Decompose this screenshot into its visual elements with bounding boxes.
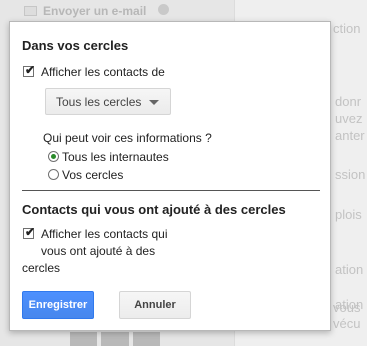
globe-icon [158, 4, 169, 15]
radio-everyone[interactable] [48, 151, 59, 162]
section-divider [22, 190, 320, 191]
background-text: vécu [333, 316, 361, 331]
show-added-contacts-label-line2: vous ont ajouté à des [41, 244, 156, 258]
checkmark-icon: ✔ [25, 63, 36, 77]
circles-select-value: Tous les cercles [56, 94, 142, 109]
send-email-link[interactable]: Envoyer un e-mail [24, 4, 146, 18]
photo-thumbnail [70, 332, 98, 346]
section-title-contacts-who-added-you: Contacts qui vous ont ajouté à des cercl… [22, 202, 286, 217]
show-contacts-checkbox[interactable]: ✔ [23, 63, 36, 77]
photo-thumbnail [132, 332, 160, 346]
background-text: vous [333, 300, 361, 315]
background-photo-strip [70, 332, 160, 346]
radio-your-circles-label: Vos cercles [62, 168, 124, 182]
radio-everyone-label: Tous les internautes [62, 150, 169, 164]
checkmark-icon: ✔ [25, 225, 36, 239]
photo-thumbnail [101, 332, 129, 346]
circles-settings-dialog: Dans vos cercles ✔ Afficher les contacts… [9, 21, 331, 331]
background-text: uvez [335, 111, 363, 126]
visibility-question: Qui peut voir ces informations ? [43, 131, 212, 145]
background-text: plois [335, 207, 362, 222]
show-contacts-label: Afficher les contacts de [41, 65, 165, 79]
cancel-button[interactable]: Annuler [119, 291, 191, 319]
mail-icon [24, 6, 37, 16]
radio-your-circles[interactable] [48, 169, 59, 180]
send-email-label: Envoyer un e-mail [43, 4, 147, 18]
background-text: ction [333, 21, 361, 36]
background-text: ation [335, 262, 364, 277]
background-text: donr [335, 94, 362, 109]
show-added-contacts-checkbox[interactable]: ✔ [23, 225, 36, 239]
background-text: anter [335, 128, 365, 143]
background-text: ssion [335, 167, 366, 182]
radio-selected-dot [51, 154, 56, 159]
circles-select[interactable]: Tous les cercles [45, 88, 171, 115]
chevron-down-icon [149, 100, 159, 105]
save-button[interactable]: Enregistrer [22, 291, 94, 319]
section-title-in-your-circles: Dans vos cercles [22, 38, 129, 53]
show-added-contacts-label-line3: cercles [22, 261, 61, 275]
show-added-contacts-label-line1: Afficher les contacts qui [41, 227, 168, 241]
